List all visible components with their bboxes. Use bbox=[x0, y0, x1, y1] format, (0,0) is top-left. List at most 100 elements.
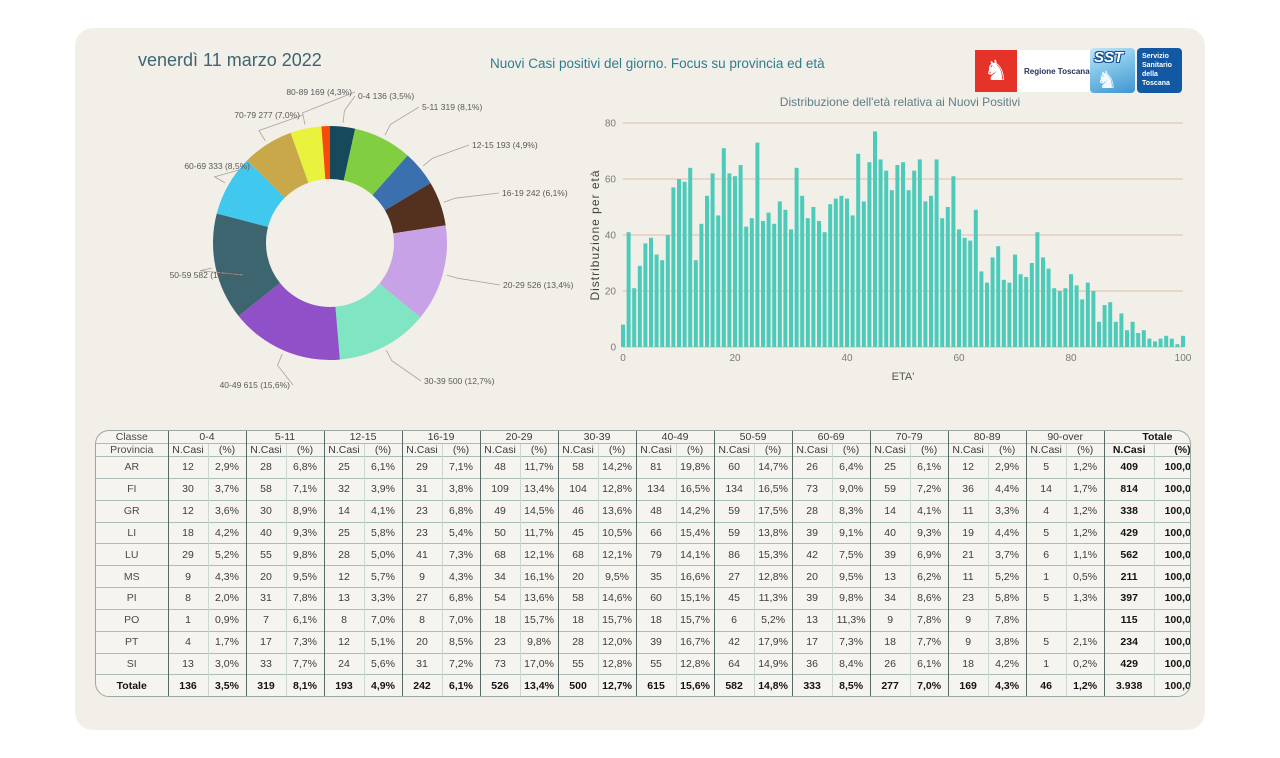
cell bbox=[1025, 608, 1067, 632]
y-axis-label: Distribuzione per età bbox=[588, 169, 602, 300]
cell: 100,0% bbox=[1153, 456, 1190, 479]
cell: 14,7% bbox=[753, 456, 793, 479]
bar-age-71 bbox=[1018, 274, 1023, 347]
cell: 12,1% bbox=[519, 543, 559, 566]
cell: 13,6% bbox=[597, 499, 637, 523]
cell: 5,2% bbox=[987, 565, 1027, 588]
cell: 2,9% bbox=[207, 456, 246, 479]
cell: 39 bbox=[791, 587, 833, 610]
cell: 14,2% bbox=[675, 499, 715, 523]
cell: 3,5% bbox=[207, 674, 246, 696]
cell: 7,0% bbox=[441, 608, 481, 632]
pegasus-icon: ♞ bbox=[983, 55, 1009, 86]
cell: 7,0% bbox=[363, 608, 403, 632]
cell: 1,1% bbox=[1065, 543, 1105, 566]
cell: 25 bbox=[323, 521, 364, 544]
bar-age-39 bbox=[839, 195, 844, 347]
cell: 5,2% bbox=[753, 608, 793, 632]
cell: 16,5% bbox=[753, 477, 793, 501]
cell: 48 bbox=[635, 499, 677, 523]
bar-age-14 bbox=[699, 223, 704, 347]
cell: 4,3% bbox=[207, 565, 246, 588]
bar-age-62 bbox=[968, 240, 973, 347]
cell: 16,6% bbox=[675, 565, 715, 588]
corner-classe: Classe bbox=[115, 431, 148, 443]
col-group-0-4: 0-4 bbox=[167, 431, 246, 444]
table-row-SI: SI 13 3,0% 33 7,7% 24 5,6% 31 7,2% 73 17,0% 55 12,8%… bbox=[96, 652, 1190, 675]
bar-age-55 bbox=[929, 195, 933, 347]
cell: 7,0% bbox=[909, 674, 949, 696]
cell: 50 bbox=[479, 521, 521, 544]
col-group-60-69: 60-69 bbox=[791, 431, 871, 444]
cell: 16,7% bbox=[675, 630, 715, 654]
cell: 7,8% bbox=[909, 608, 949, 632]
bar-age-36 bbox=[822, 232, 827, 347]
page-title: Nuovi Casi positivi del giorno. Focus su… bbox=[490, 56, 825, 71]
bar-age-75 bbox=[1041, 257, 1045, 347]
cell: 12,8% bbox=[597, 477, 637, 501]
subheader-ncasi: N.Casi bbox=[1103, 443, 1155, 457]
cell: 100,0% bbox=[1153, 630, 1190, 654]
cell: 23 bbox=[401, 521, 443, 544]
cell: 12 bbox=[167, 499, 208, 523]
cell: 100,0% bbox=[1153, 521, 1190, 544]
cell: 27 bbox=[713, 565, 755, 588]
bar-age-3 bbox=[637, 265, 642, 347]
age-donut-chart: 0-4 136 (3,5%) 5-11 319 (8,1%) 12-15 193 (… bbox=[170, 87, 574, 390]
regione-toscana-crest: ♞ bbox=[975, 50, 1017, 92]
cell: 211 bbox=[1103, 565, 1155, 588]
cell: 0,9% bbox=[207, 608, 246, 632]
cell: 1 bbox=[167, 608, 208, 632]
cell: 8,5% bbox=[831, 674, 871, 696]
cell: 11 bbox=[947, 499, 989, 523]
bar-age-73 bbox=[1029, 263, 1034, 347]
bar-age-10 bbox=[677, 179, 681, 347]
col-group-90-over: 90-over bbox=[1025, 431, 1105, 444]
bar-age-37 bbox=[828, 204, 833, 347]
bar-age-94 bbox=[1147, 338, 1152, 347]
cell: 9 bbox=[869, 608, 911, 632]
x-tick-label: 100 bbox=[1175, 353, 1192, 364]
col-group-50-59: 50-59 bbox=[713, 431, 793, 444]
cell: 36 bbox=[947, 477, 989, 501]
cell: 8 bbox=[167, 587, 208, 610]
subheader-ncasi: N.Casi bbox=[947, 443, 989, 457]
bar-age-26 bbox=[766, 212, 771, 347]
bar-age-38 bbox=[833, 198, 838, 347]
cell: 3,9% bbox=[363, 477, 403, 501]
cell: 7,1% bbox=[441, 456, 481, 479]
cell: 13 bbox=[323, 587, 364, 610]
bar-age-0 bbox=[621, 324, 625, 347]
bar-age-66 bbox=[990, 257, 995, 347]
cell: 4 bbox=[167, 630, 208, 654]
report-date: venerdì 11 marzo 2022 bbox=[138, 50, 322, 70]
cell: 7,3% bbox=[441, 543, 481, 566]
cell: 1 bbox=[1025, 565, 1067, 588]
cell: 14,5% bbox=[519, 499, 559, 523]
cell: 18 bbox=[479, 608, 521, 632]
cell: 7,1% bbox=[285, 477, 324, 501]
cell: 134 bbox=[635, 477, 677, 501]
cell: 2,0% bbox=[207, 587, 246, 610]
sst-badge: SST ♞ bbox=[1090, 48, 1135, 93]
cell: 31 bbox=[401, 477, 443, 501]
bar-age-53 bbox=[917, 159, 922, 347]
col-group-30-39: 30-39 bbox=[557, 431, 637, 444]
donut-label-16-19: 16-19 242 (6,1%) bbox=[502, 188, 568, 198]
cell: 23 bbox=[401, 499, 443, 523]
cell: 18 bbox=[635, 608, 677, 632]
bar-age-46 bbox=[878, 159, 883, 347]
bar-age-21 bbox=[738, 165, 743, 347]
bar-age-24 bbox=[755, 142, 760, 347]
bar-age-16 bbox=[710, 173, 715, 347]
cell: 6,4% bbox=[831, 456, 871, 479]
donut-label-50-59: 50-59 582 (14,8%) bbox=[170, 270, 241, 280]
cell: 3,0% bbox=[207, 652, 246, 675]
cell: 58 bbox=[245, 477, 286, 501]
cell: 7,3% bbox=[831, 630, 871, 654]
row-label: SI bbox=[96, 652, 168, 675]
table-row-Totale: Totale 136 3,5% 319 8,1% 193 4,9% 242 6,1% 526 13,… bbox=[96, 674, 1190, 696]
row-label: AR bbox=[96, 456, 168, 479]
bar-age-79 bbox=[1063, 288, 1068, 347]
cell: 6,2% bbox=[909, 565, 949, 588]
